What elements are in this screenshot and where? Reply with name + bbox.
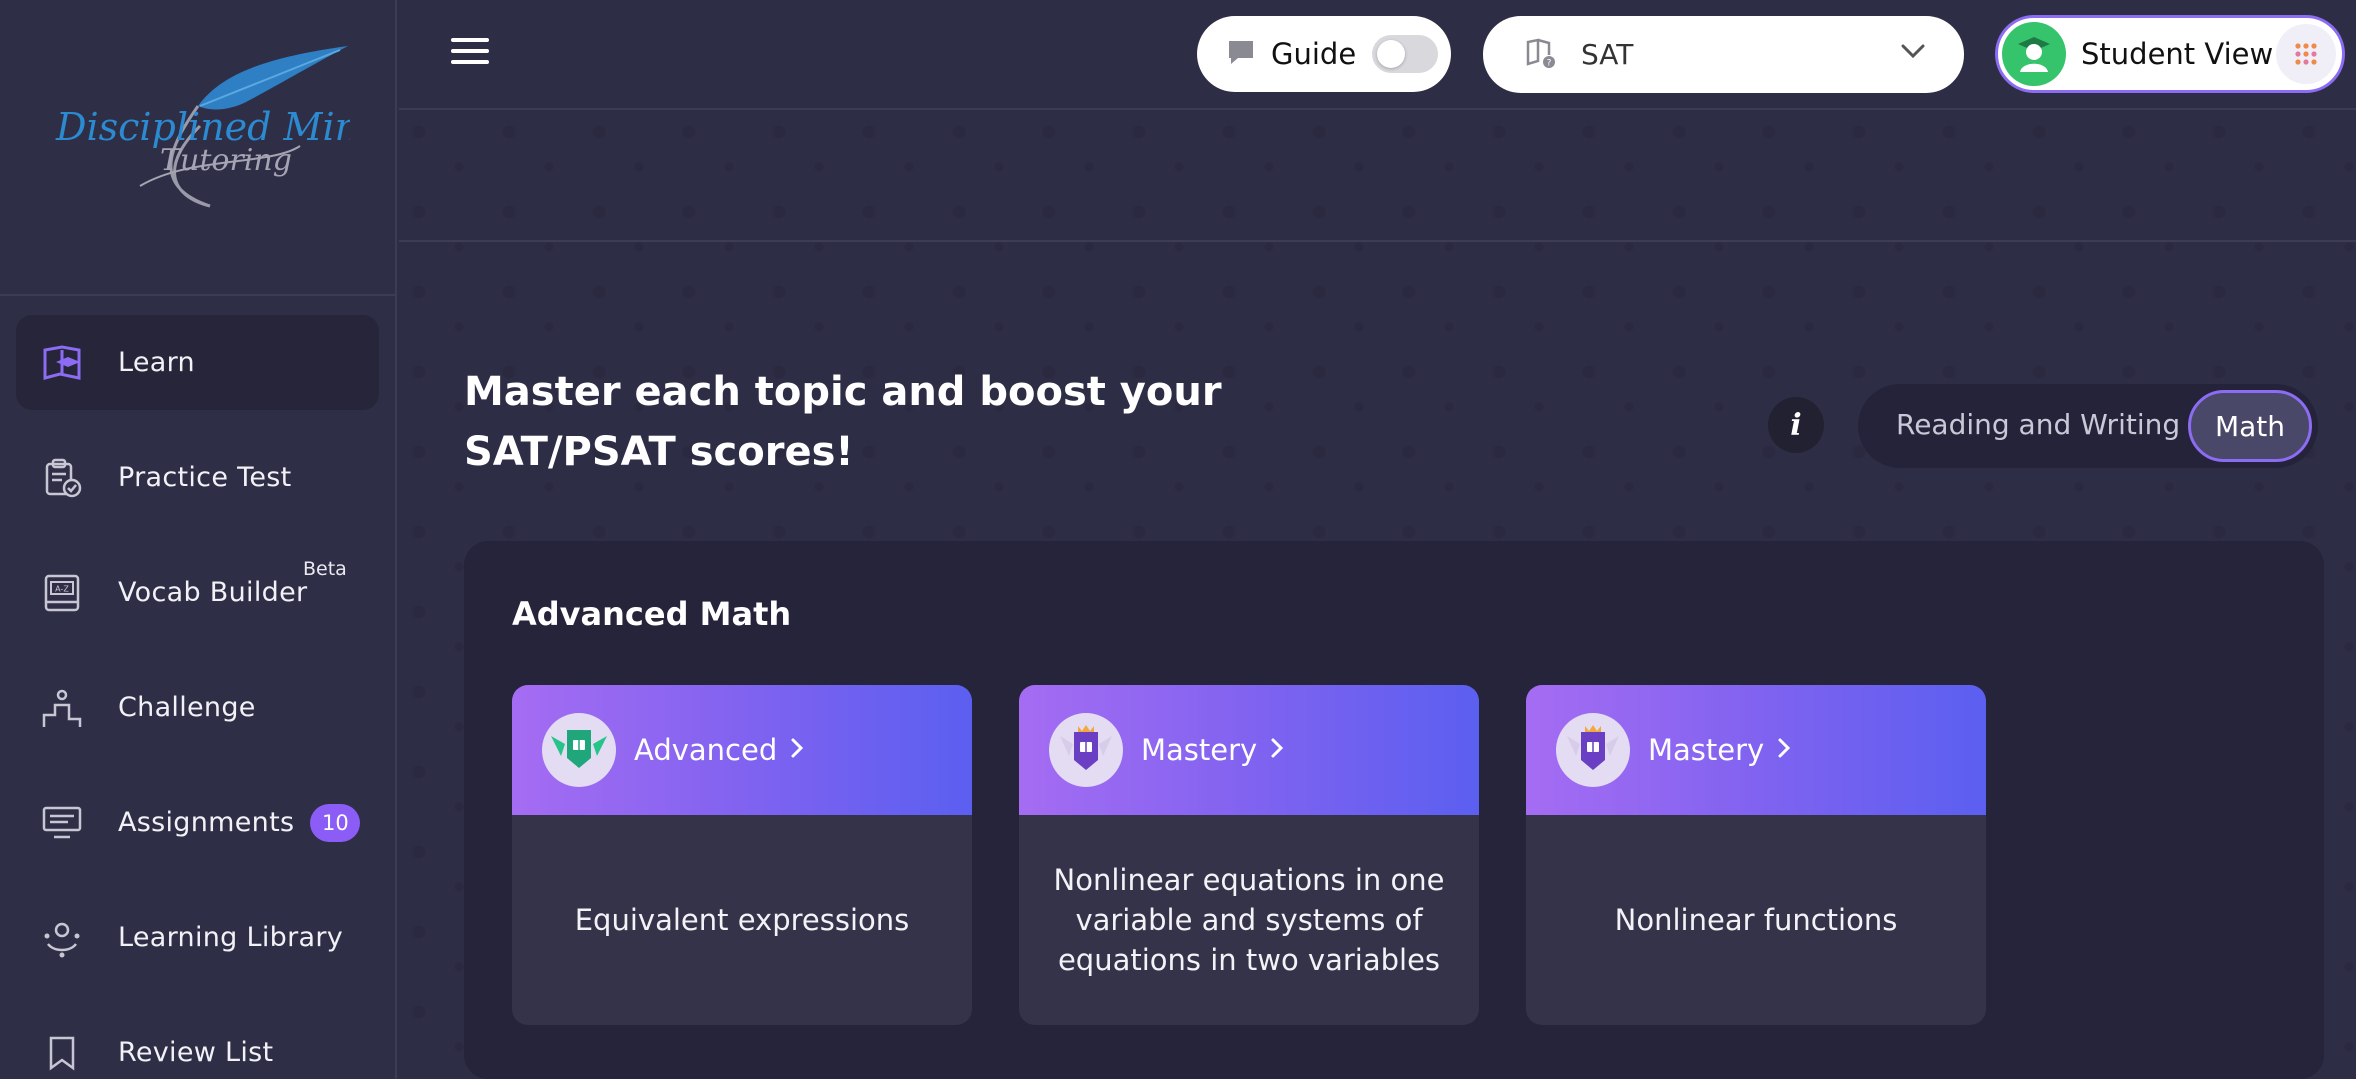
card-header[interactable]: Advanced <box>512 685 972 815</box>
sidebar-item-challenge[interactable]: Challenge <box>16 660 379 755</box>
exam-select-value: SAT <box>1581 38 1634 71</box>
card-level-label: Mastery <box>1141 733 1258 767</box>
sidebar-item-review-list[interactable]: Review List <box>16 1005 379 1079</box>
tab-reading-and-writing[interactable]: Reading and Writing <box>1896 408 2180 441</box>
vocab-book-icon: A-Z <box>42 573 82 613</box>
chevron-down-icon <box>1900 43 1926 63</box>
student-view-button[interactable]: Student View <box>1995 15 2345 93</box>
bookmark-icon <box>42 1033 82 1073</box>
student-avatar-icon <box>2002 22 2066 86</box>
svg-text:A-Z: A-Z <box>55 584 69 593</box>
menu-icon[interactable] <box>451 38 489 68</box>
sidebar-item-label: Learning Library <box>118 922 344 953</box>
sidebar-item-learning-library[interactable]: Learning Library <box>16 890 379 985</box>
guide-toggle[interactable] <box>1372 35 1439 73</box>
chevron-right-icon <box>1776 736 1792 764</box>
svg-text:?: ? <box>1547 58 1552 68</box>
sidebar-item-learn[interactable]: Learn <box>16 315 379 410</box>
sidebar-item-label: Assignments <box>118 807 295 838</box>
guide-toggle-pill[interactable]: Guide <box>1197 16 1451 92</box>
page-title: Master each topic and boost your SAT/PSA… <box>464 369 1222 475</box>
logo[interactable]: Disciplined Minds Tutoring <box>0 0 395 296</box>
assignments-count-badge: 10 <box>310 803 361 842</box>
banner-area <box>399 112 2356 242</box>
card-level-label: Mastery <box>1648 733 1765 767</box>
topic-card[interactable]: Mastery Nonlinear functions <box>1526 685 1986 1025</box>
guide-label: Guide <box>1271 37 1357 71</box>
advanced-badge-icon <box>542 713 616 787</box>
section-title: Advanced Math <box>512 595 792 633</box>
card-level-label: Advanced <box>634 733 778 767</box>
sidebar-item-label: Vocab Builder <box>118 577 308 608</box>
svg-text:Tutoring: Tutoring <box>160 143 292 178</box>
sidebar-item-assignments[interactable]: Assignments 10 <box>16 775 379 870</box>
exam-book-icon: ? <box>1525 37 1557 73</box>
tab-math[interactable]: Math <box>2188 390 2312 462</box>
sidebar-item-vocab-builder[interactable]: A-Z Vocab Builder Beta <box>16 545 379 640</box>
topic-card[interactable]: Advanced Equivalent expressions <box>512 685 972 1025</box>
sidebar-item-label: Practice Test <box>118 462 292 493</box>
student-view-label: Student View <box>2081 37 2274 71</box>
info-icon[interactable]: i <box>1768 397 1824 453</box>
logo-graphic: Disciplined Minds Tutoring <box>55 46 350 208</box>
library-icon <box>42 918 82 958</box>
top-bar: Guide ? SAT Student View <box>399 0 2356 110</box>
apps-grid-icon[interactable] <box>2276 24 2336 84</box>
chevron-right-icon <box>1269 736 1285 764</box>
sidebar: Disciplined Minds Tutoring Learn Practic… <box>0 0 397 1079</box>
sidebar-item-practice-test[interactable]: Practice Test <box>16 430 379 525</box>
chat-icon <box>1227 39 1255 69</box>
card-topic: Equivalent expressions <box>574 903 910 937</box>
keyboard-icon <box>42 803 82 843</box>
learn-book-icon <box>42 343 82 383</box>
card-topic: Nonlinear equations in one variable and … <box>1053 863 1445 977</box>
card-header[interactable]: Mastery <box>1526 685 1986 815</box>
card-header[interactable]: Mastery <box>1019 685 1479 815</box>
sidebar-item-label: Challenge <box>118 692 256 723</box>
topic-section: Advanced Math Advanced Equivalent expres… <box>464 541 2324 1079</box>
clipboard-check-icon <box>42 458 82 498</box>
beta-tag: Beta <box>303 558 347 580</box>
mastery-badge-icon <box>1556 713 1630 787</box>
sidebar-nav: Learn Practice Test A-Z Vocab Builder Be… <box>0 296 395 1079</box>
sidebar-item-label: Review List <box>118 1037 274 1068</box>
podium-icon <box>42 688 82 728</box>
topic-card[interactable]: Mastery Nonlinear equations in one varia… <box>1019 685 1479 1025</box>
mastery-badge-icon <box>1049 713 1123 787</box>
card-topic: Nonlinear functions <box>1614 903 1898 937</box>
chevron-right-icon <box>789 736 805 764</box>
sidebar-item-label: Learn <box>118 347 195 378</box>
subject-toggle: Reading and Writing Math <box>1858 384 2318 468</box>
exam-select[interactable]: ? SAT <box>1483 16 1964 93</box>
